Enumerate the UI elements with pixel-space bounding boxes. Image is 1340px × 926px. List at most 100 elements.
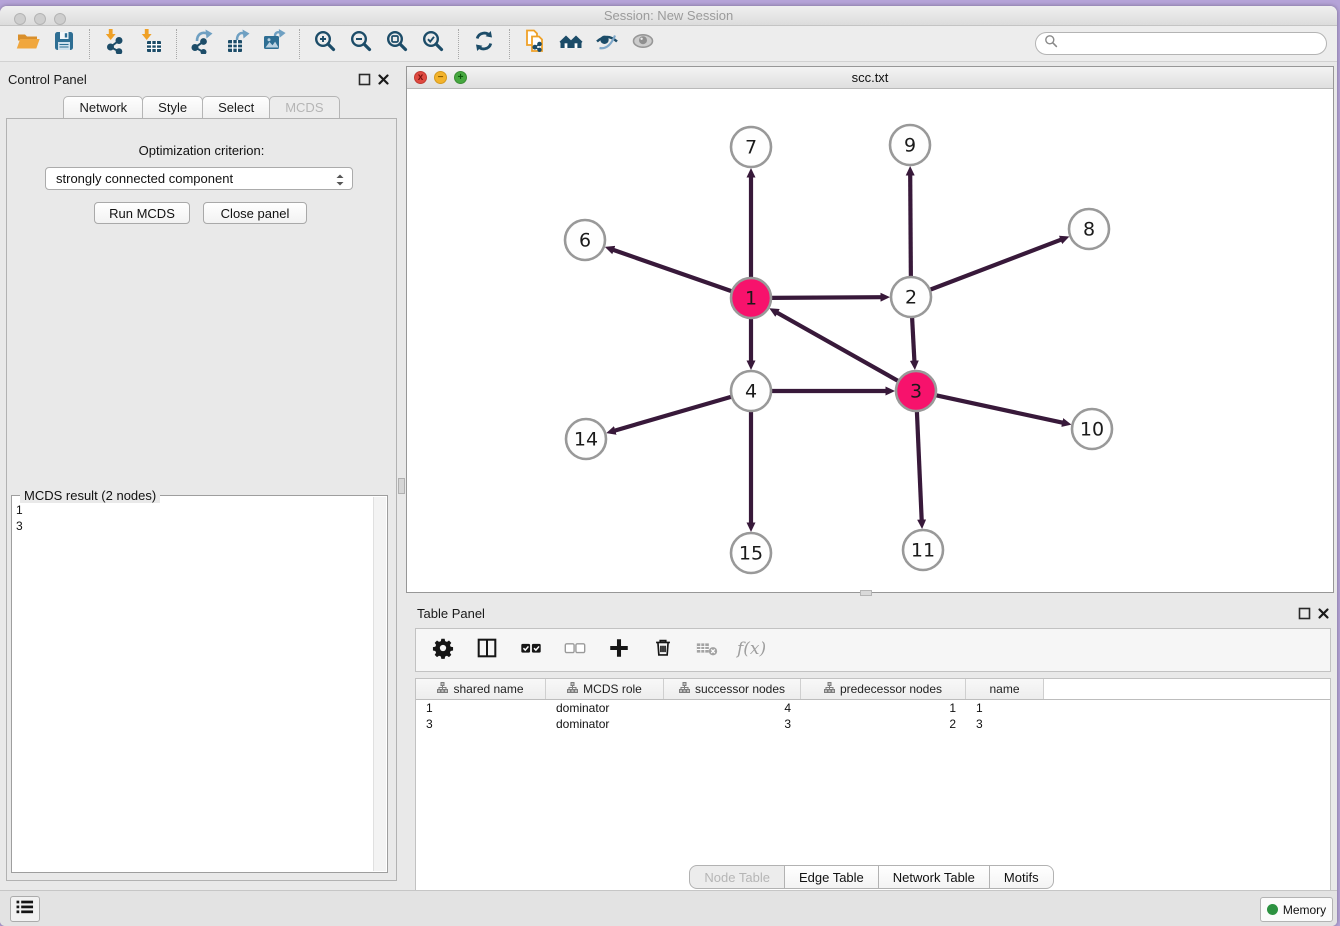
graph-edge-2-9[interactable] xyxy=(910,175,911,277)
save-session-button[interactable] xyxy=(46,28,82,60)
mcds-result-scrollbar[interactable] xyxy=(373,497,386,871)
graph-node-2[interactable]: 2 xyxy=(891,277,931,317)
cell-name[interactable]: 1 xyxy=(966,700,1044,716)
graph-node-7[interactable]: 7 xyxy=(731,127,771,167)
tab-motifs[interactable]: Motifs xyxy=(989,865,1054,889)
cell-MCDS-role[interactable]: dominator xyxy=(546,700,664,716)
graph-node-15[interactable]: 15 xyxy=(731,533,771,573)
cell-successor-nodes[interactable]: 4 xyxy=(664,700,801,716)
zoom-fit-icon xyxy=(384,28,410,59)
unselect-all-columns-button[interactable] xyxy=(558,633,592,667)
graph-edge-3-11[interactable] xyxy=(917,411,922,520)
graph-node-8[interactable]: 8 xyxy=(1069,209,1109,249)
search-input[interactable] xyxy=(1063,37,1318,51)
panel-split-handle[interactable] xyxy=(398,478,405,494)
export-image-icon xyxy=(261,28,287,59)
open-session-button[interactable] xyxy=(10,28,46,60)
create-column-button[interactable] xyxy=(602,633,636,667)
graph-edge-1-2[interactable] xyxy=(771,297,881,298)
column-header-shared-name[interactable]: shared name xyxy=(416,679,546,699)
control-panel-close-button[interactable] xyxy=(377,73,390,86)
svg-text:6: 6 xyxy=(579,230,591,252)
optimization-criterion-select[interactable]: strongly connected component xyxy=(45,167,353,190)
cell-MCDS-role[interactable]: dominator xyxy=(546,716,664,732)
network-canvas[interactable]: 7 9 6 8 1 2 4 3 14 10 15 11 xyxy=(407,89,1333,592)
select-all-columns-button[interactable] xyxy=(514,633,548,667)
run-mcds-button[interactable]: Run MCDS xyxy=(94,202,190,224)
graph-node-6[interactable]: 6 xyxy=(565,220,605,260)
table-panel-title: Table Panel xyxy=(417,606,485,621)
cell-predecessor-nodes[interactable]: 2 xyxy=(801,716,966,732)
graph-edge-4-14[interactable] xyxy=(615,397,732,431)
svg-text:3: 3 xyxy=(910,381,922,403)
column-header-predecessor-nodes[interactable]: predecessor nodes xyxy=(801,679,966,699)
graph-node-14[interactable]: 14 xyxy=(566,419,606,459)
graph-node-4[interactable]: 4 xyxy=(731,371,771,411)
frame-resize-handle[interactable] xyxy=(860,590,872,596)
control-panel-title: Control Panel xyxy=(8,72,87,87)
zoom-out-button[interactable] xyxy=(343,28,379,60)
tab-network-table[interactable]: Network Table xyxy=(878,865,990,889)
graphics-details-button[interactable] xyxy=(625,28,661,60)
import-table-button[interactable] xyxy=(133,28,169,60)
table-row[interactable]: 1dominator411 xyxy=(416,700,1330,716)
tab-mcds[interactable]: MCDS xyxy=(269,96,339,119)
zoom-in-button[interactable] xyxy=(307,28,343,60)
graph-edge-2-3[interactable] xyxy=(912,317,914,361)
table-settings-button[interactable] xyxy=(426,633,460,667)
search-field[interactable] xyxy=(1035,32,1327,55)
cell-successor-nodes[interactable]: 3 xyxy=(664,716,801,732)
tab-style[interactable]: Style xyxy=(142,96,203,119)
clone-network-button[interactable] xyxy=(517,28,553,60)
svg-text:8: 8 xyxy=(1083,219,1095,241)
cell-shared-name[interactable]: 3 xyxy=(416,716,546,732)
task-history-button[interactable] xyxy=(10,896,40,922)
zoom-selected-button[interactable] xyxy=(415,28,451,60)
export-table-button[interactable] xyxy=(220,28,256,60)
houses-icon xyxy=(558,28,584,59)
zoom-fit-button[interactable] xyxy=(379,28,415,60)
tab-network[interactable]: Network xyxy=(63,96,143,119)
graph-node-11[interactable]: 11 xyxy=(903,530,943,570)
graph-node-3[interactable]: 3 xyxy=(896,371,936,411)
show-column-button[interactable] xyxy=(470,633,504,667)
delete-column-button[interactable] xyxy=(646,633,680,667)
network-frame-titlebar[interactable]: x − + scc.txt xyxy=(407,67,1333,89)
network-view-frame: x − + scc.txt 7 9 6 8 1 2 4 3 14 10 15 11 xyxy=(406,66,1334,593)
cell-name[interactable]: 3 xyxy=(966,716,1044,732)
graph-edge-2-8[interactable] xyxy=(930,240,1061,290)
table-panel-float-button[interactable] xyxy=(1298,607,1311,620)
toolbar-separator xyxy=(458,29,459,59)
tab-select[interactable]: Select xyxy=(202,96,270,119)
graph-edge-3-1[interactable] xyxy=(777,313,898,381)
cell-shared-name[interactable]: 1 xyxy=(416,700,546,716)
export-image-button[interactable] xyxy=(256,28,292,60)
column-header-successor-nodes[interactable]: successor nodes xyxy=(664,679,801,699)
graph-node-9[interactable]: 9 xyxy=(890,125,930,165)
table-row[interactable]: 3dominator323 xyxy=(416,716,1330,732)
graph-edge-3-10[interactable] xyxy=(936,395,1063,422)
mcds-result-node: 1 xyxy=(16,502,23,518)
control-panel-float-button[interactable] xyxy=(358,73,371,86)
column-header-label: predecessor nodes xyxy=(840,682,942,696)
column-header-MCDS-role[interactable]: MCDS role xyxy=(546,679,664,699)
hide-graphics-button[interactable] xyxy=(589,28,625,60)
cell-predecessor-nodes[interactable]: 1 xyxy=(801,700,966,716)
select-chevrons-icon xyxy=(334,172,346,191)
mcds-result-list[interactable]: 13 xyxy=(16,502,23,534)
graph-node-1[interactable]: 1 xyxy=(731,278,771,318)
refresh-layout-button[interactable] xyxy=(466,28,502,60)
export-network-button[interactable] xyxy=(184,28,220,60)
houses-button[interactable] xyxy=(553,28,589,60)
tab-node-table[interactable]: Node Table xyxy=(689,865,785,889)
network-canvas-svg[interactable]: 7 9 6 8 1 2 4 3 14 10 15 11 xyxy=(407,89,1333,592)
close-panel-button[interactable]: Close panel xyxy=(203,202,307,224)
table-panel-close-button[interactable] xyxy=(1317,607,1330,620)
toolbar-separator xyxy=(299,29,300,59)
import-network-button[interactable] xyxy=(97,28,133,60)
tab-edge-table[interactable]: Edge Table xyxy=(784,865,879,889)
column-header-name[interactable]: name xyxy=(966,679,1044,699)
graph-edge-1-6[interactable] xyxy=(613,250,732,292)
memory-button[interactable]: Memory xyxy=(1260,897,1333,922)
graph-node-10[interactable]: 10 xyxy=(1072,409,1112,449)
